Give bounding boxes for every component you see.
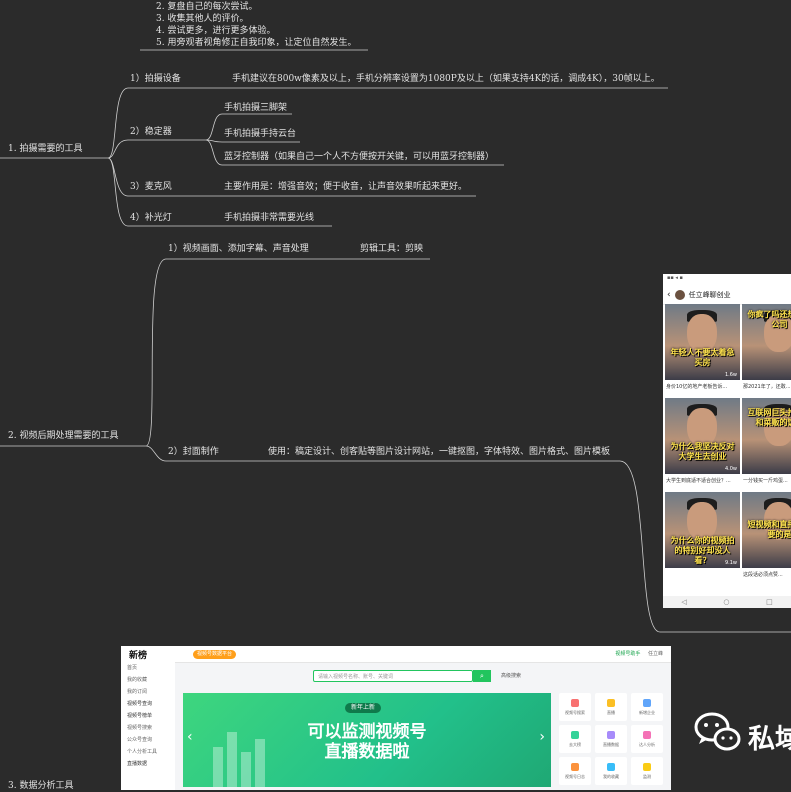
web-top-right: 视频号助手 任立峰 [615,650,663,657]
video-title: 身价10亿的地产老板告诉... [666,384,728,390]
item-1-4-detail: 手机拍摄非常需要光线 [224,213,315,223]
web-pill-badge: 视频号数据平台 [193,650,237,659]
web-tile: 达人分析 [631,725,663,753]
item-1-2-detail-b: 手机拍摄手持云台 [224,129,297,139]
branch-1-4 [107,157,129,227]
web-sidebar-item: 视频号榜单 [127,713,153,719]
web-top-user: 任立峰 [647,651,663,657]
search-icon: ⌕ [473,670,491,682]
item-2-1-label: 1）视频画面、添加字幕、声音处理 [168,244,309,254]
top-list-item-5: 5. 用旁观者视角修正自我印象，让定位自然发生。 [156,38,357,48]
sub-1-2-c [205,139,223,166]
web-banner-line2: 直播数据啦 [324,742,410,762]
web-sidebar-item: 首页 [127,665,138,671]
phone-header: ‹ 任立峰聊创业 [663,286,791,305]
branch-1-1 [107,87,129,159]
web-sidebar-item: 公众号查询 [127,737,153,743]
item-1-1-detail: 手机建议在800w像素及以上，手机分辨率设置为1080P及以上（如果支持4K的话… [232,74,660,84]
top-list-item-3: 3. 收集其他人的评价。 [156,14,249,24]
web-sidebar-item: 视频号查询 [127,701,153,707]
video-caption: 你疯了吗还想着开公司 [747,310,791,329]
item-1-2-detail-a: 手机拍摄三脚架 [224,103,288,113]
phone-screenshot: ▪▪ ◂ ▪ ‹ 任立峰聊创业 年轻人不要太着急买房 1.6w 身价10亿的地产… [663,274,791,608]
web-advanced-search: 高级搜索 [501,673,522,679]
back-arrow-icon: ‹ [667,290,671,300]
item-1-3-label: 3）麦克风 [130,182,172,192]
web-sidebar-item: 我的收藏 [127,677,148,683]
video-thumb-2: 你疯了吗还想着开公司 那2021年了，还敢... [742,304,791,396]
branch-2-1 [145,258,167,447]
section2-title: 2. 视频后期处理需要的工具 [8,431,119,441]
video-title: 大学生到底适不适合创业？... [666,478,731,484]
watermark-text: 私域 [748,724,791,755]
item-1-4-label: 4）补光灯 [130,213,172,223]
video-title: 这段话必须点赞... [743,572,783,578]
branch-2-2 [145,445,167,462]
nav-recent-icon: □ [766,598,773,606]
video-title: 那2021年了，还敢... [743,384,791,390]
item-2-2-label: 2）封面制作 [168,447,219,457]
web-top-link: 视频号助手 [615,651,641,657]
branch-1-3 [107,157,129,197]
web-banner-tag: 新年上新 [345,703,382,713]
video-thumb-5: 为什么你的视频拍的特别好却没人看？ 9.1w [665,492,740,568]
web-tile: 我的收藏 [595,757,627,785]
video-thumb-3: 为什么我坚决反对大学生去创业 4.0w 大学生到底适不适合创业？... [665,398,740,490]
chevron-right-icon: › [539,729,545,745]
wechat-icon [694,712,741,751]
sub-1-2-a [205,113,223,141]
phone-account-name: 任立峰聊创业 [688,291,731,299]
avatar [674,290,685,300]
section1-title: 1. 拍摄需要的工具 [8,144,83,154]
web-sidebar-item: 个人分析工具 [127,749,158,755]
web-tile: 直播数据 [595,725,627,753]
web-sidebar-item: 直播数据 [127,761,148,767]
web-tile: 直播 [595,693,627,721]
web-tile: 视频号搜索 [559,693,591,721]
web-screenshot: 新榜 视频号数据平台 视频号助手 任立峰 首页 我的收藏 我的订阅 视频号查询 … [121,646,671,790]
nav-home-icon: ○ [723,598,730,606]
video-thumb-4: 互联网巨头抢菜农和菜贩的饭碗 一分钱买一斤鸡蛋... [742,398,791,490]
phone-nav-bar: ◁ ○ □ [663,596,791,608]
item-2-1-detail: 剪辑工具：剪映 [360,244,424,254]
wechat-watermark: 私域 [693,708,791,758]
web-tile: 新增企业 [631,693,663,721]
web-top-bar: 新榜 视频号数据平台 视频号助手 任立峰 [121,646,671,663]
top-list-item-4: 4. 尝试更多，进行更多体验。 [156,26,276,36]
item-1-1-label: 1）拍摄设备 [130,74,181,84]
nav-back-icon: ◁ [681,598,687,606]
web-search-input: 请输入视频号名称、账号、关键词 [313,670,473,682]
web-tile: 去大榜 [559,725,591,753]
item-2-2-detail: 使用：稿定设计、创客贴等图片设计网站，一键抠图，字体特效、图片格式、图片模板 [268,447,611,457]
video-caption: 为什么我坚决反对大学生去创业 [670,442,735,461]
video-thumb-1: 年轻人不要太着急买房 1.6w 身价10亿的地产老板告诉... [665,304,740,396]
web-logo: 新榜 [129,651,148,661]
video-caption: 互联网巨头抢菜农和菜贩的饭碗 [747,408,791,427]
video-caption: 年轻人不要太着急买房 [670,348,735,367]
video-caption: 短视频和直播最重要的是 [747,520,791,539]
web-sidebar-item: 视频号搜索 [127,725,153,731]
item-1-2-label: 2）稳定器 [130,127,172,137]
item-1-2-detail-c: 蓝牙控制器（如果自己一个人不方便按开关键，可以用蓝牙控制器） [224,152,495,162]
web-tile: 视频号日志 [559,757,591,785]
web-banner: 新年上新 可以监测视频号 直播数据啦 ‹ › [183,693,551,787]
video-likes: 4.0w [724,466,737,472]
web-sidebar-item: 我的订阅 [127,689,148,695]
web-sidebar: 首页 我的收藏 我的订阅 视频号查询 视频号榜单 视频号搜索 公众号查询 个人分… [121,662,175,790]
video-title: 一分钱买一斤鸡蛋... [743,478,788,484]
item-1-3-detail: 主要作用是：增强音效；便于收音，让声音效果听起来更好。 [224,182,468,192]
chevron-left-icon: ‹ [187,729,193,745]
top-list-item-2: 2. 复盘自己的每次尝试。 [156,2,258,12]
video-likes: 9.1w [724,560,737,566]
video-thumb-6: 短视频和直播最重要的是 这段话必须点赞... [742,492,791,584]
video-likes: 1.6w [724,372,737,378]
section3-title: 3. 数据分析工具 [8,781,74,791]
web-tile: 监测 [631,757,663,785]
phone-status-bar: ▪▪ ◂ ▪ [667,275,683,281]
